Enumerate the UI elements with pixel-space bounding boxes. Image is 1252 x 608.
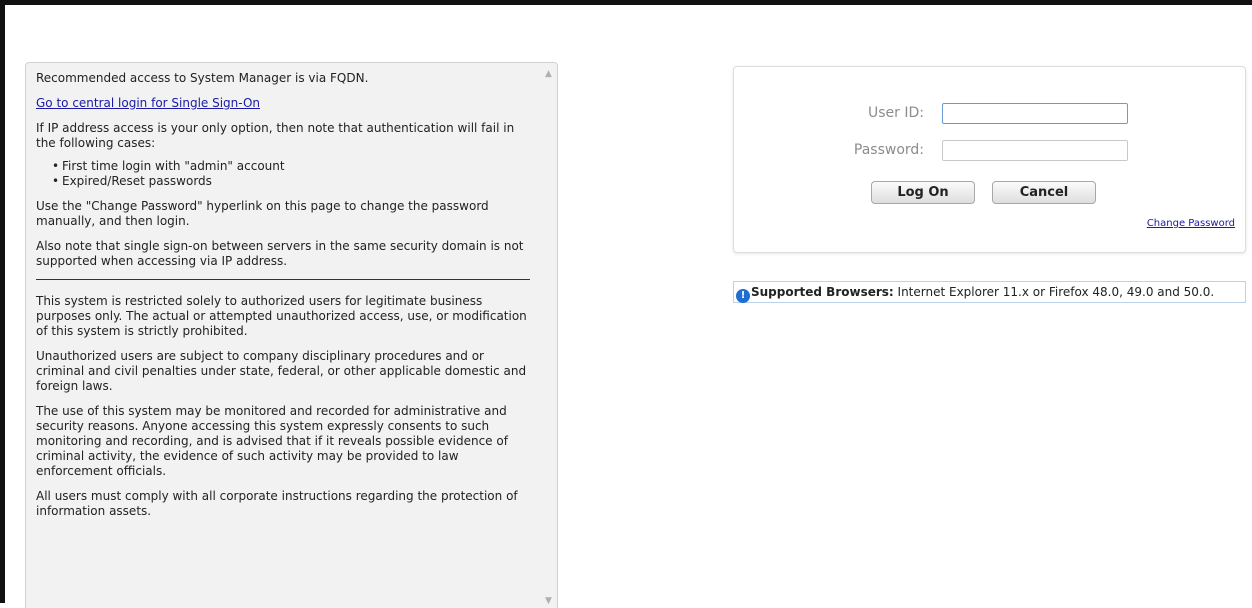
supported-browsers-text: Internet Explorer 11.x or Firefox 48.0, … [893,285,1215,299]
userid-label: User ID: [868,105,924,121]
unauthorized-note: Unauthorized users are subject to compan… [36,349,527,393]
divider [36,279,530,280]
cancel-button[interactable]: Cancel [992,181,1096,204]
logon-button[interactable]: Log On [871,181,975,204]
info-content: Recommended access to System Manager is … [36,71,530,529]
scroll-down-icon[interactable]: ▼ [540,594,557,608]
password-label: Password: [853,142,924,158]
monitoring-note: The use of this system may be monitored … [36,404,508,478]
ip-note: If IP address access is your only option… [36,121,515,150]
info-panel: Recommended access to System Manager is … [25,62,558,608]
sso-note: Also note that single sign-on between se… [36,239,524,268]
userid-field[interactable] [942,103,1128,124]
page-frame: Recommended access to System Manager is … [0,0,1252,608]
change-password-note: Use the "Change Password" hyperlink on t… [36,199,489,228]
supported-browsers-label: Supported Browsers: [751,285,894,299]
list-item: First time login with "admin" account [52,159,530,174]
info-panel-scrollbar[interactable]: ▲ ▼ [540,63,557,608]
sso-link[interactable]: Go to central login for Single Sign-On [36,96,260,110]
failure-cases-list: First time login with "admin" account Ex… [36,159,530,189]
password-field[interactable] [942,140,1128,161]
scroll-up-icon[interactable]: ▲ [540,67,557,81]
fqdn-note: Recommended access to System Manager is … [36,71,369,85]
restricted-note: This system is restricted solely to auth… [36,294,527,338]
info-icon: ! [736,289,750,303]
login-form: User ID: Password: Log On Cancel Change … [733,66,1246,253]
compliance-note: All users must comply with all corporate… [36,489,518,518]
list-item: Expired/Reset passwords [52,174,530,189]
supported-browsers-notice: ! Supported Browsers: Internet Explorer 1… [733,281,1246,303]
change-password-link[interactable]: Change Password [1147,218,1235,229]
